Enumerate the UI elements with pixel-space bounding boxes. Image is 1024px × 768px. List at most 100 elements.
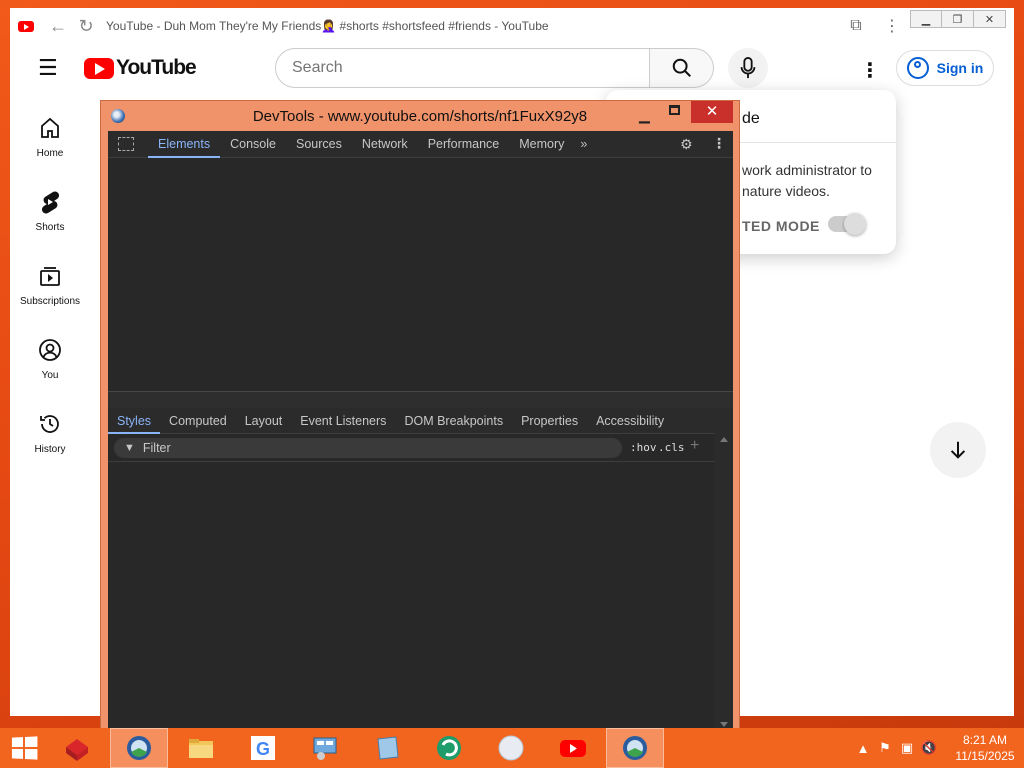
youtube-header: ☰ YouTube ⋮ Sign in (10, 44, 1014, 92)
hov-toggle-button[interactable]: :hov (630, 441, 657, 454)
search-box[interactable] (275, 48, 650, 88)
taskbar-app-browser-1[interactable] (110, 728, 168, 768)
tab-layout[interactable]: Layout (236, 408, 292, 434)
styles-filter-row: ▼ Filter :hov .cls + (108, 434, 733, 462)
arrow-down-icon (950, 441, 966, 459)
scroll-up-icon[interactable] (720, 437, 728, 442)
home-icon (41, 117, 59, 138)
tab-memory[interactable]: Memory (509, 131, 574, 158)
settings-more-icon[interactable]: ⋮ (860, 58, 880, 83)
styles-tab-bar: Styles Computed Layout Event Listeners D… (108, 408, 733, 434)
styles-panel[interactable] (108, 463, 715, 731)
taskbar-app-toolbox[interactable] (48, 728, 106, 768)
sidebar-item-shorts[interactable]: Shorts (10, 178, 90, 252)
globe-app-icon (127, 736, 151, 760)
titlebar-controls: ⧉ ⋮ ▁ ❐ ✕ (838, 8, 1014, 44)
styles-filter-input[interactable]: ▼ Filter (114, 438, 622, 458)
svg-text:G: G (256, 739, 270, 759)
taskbar-app-browser-2[interactable] (606, 728, 664, 768)
tab-title: YouTube - Duh Mom They're My Friends🤦‍♀️… (106, 19, 549, 33)
reload-icon[interactable]: ↻ (72, 16, 100, 37)
tab-properties[interactable]: Properties (512, 408, 587, 434)
green-circle-app-icon (437, 736, 461, 760)
filter-funnel-icon: ▼ (124, 442, 135, 454)
scroll-down-icon[interactable] (720, 722, 728, 727)
youtube-sidebar: Home Shorts Subscriptions You History (10, 104, 90, 474)
control-panel-icon (313, 737, 337, 760)
tab-styles[interactable]: Styles (108, 408, 161, 434)
extensions-puzzle-icon[interactable]: ⧉ (838, 17, 874, 35)
taskbar-app-green-app[interactable] (420, 728, 478, 768)
youtube-logo[interactable]: YouTube (84, 56, 197, 80)
browser-menu-icon[interactable]: ⋮ (874, 16, 910, 36)
taskbar-app-notepad[interactable] (358, 728, 416, 768)
popup-title: de (742, 110, 760, 127)
start-button[interactable] (0, 728, 48, 768)
browser-titlebar: ← ↻ YouTube - Duh Mom They're My Friends… (10, 8, 1014, 44)
back-arrow-icon[interactable]: ← (44, 16, 72, 37)
panel-splitter[interactable] (108, 391, 733, 408)
sidebar-item-label: Subscriptions (19, 296, 81, 307)
action-center-flag-icon[interactable]: ⚑ (874, 740, 896, 756)
devtools-menu-icon[interactable]: ⋮ (712, 135, 726, 152)
tab-dom-breakpoints[interactable]: DOM Breakpoints (395, 408, 512, 434)
elements-panel[interactable] (108, 158, 733, 391)
volume-muted-icon[interactable]: 🔇 (918, 740, 940, 756)
new-style-rule-icon[interactable]: + (690, 437, 699, 455)
tab-event-listeners[interactable]: Event Listeners (291, 408, 395, 434)
microphone-icon (740, 57, 756, 79)
restricted-mode-toggle[interactable] (828, 213, 866, 235)
window-restore-button[interactable]: ❐ (942, 10, 974, 28)
taskbar-app-file-explorer[interactable] (172, 728, 230, 768)
search-button[interactable] (650, 48, 714, 88)
subscriptions-icon (40, 267, 60, 286)
sidebar-item-history[interactable]: History (10, 400, 90, 474)
tab-elements[interactable]: Elements (148, 131, 221, 158)
next-video-button[interactable] (930, 422, 986, 478)
sign-in-button[interactable]: Sign in (896, 50, 994, 86)
taskbar-app-youtube[interactable] (544, 728, 602, 768)
show-hidden-icons-chevron-icon[interactable]: ▲ (852, 741, 874, 756)
styles-scrollbar[interactable] (715, 433, 733, 731)
devtools-close-button[interactable]: ✕ (691, 101, 733, 123)
voice-search-button[interactable] (728, 48, 768, 88)
sidebar-item-home[interactable]: Home (10, 104, 90, 178)
sidebar-item-subscriptions[interactable]: Subscriptions (10, 252, 90, 326)
hamburger-menu-icon[interactable]: ☰ (38, 55, 62, 81)
devtools-tab-bar: Elements Console Sources Network Perform… (108, 131, 733, 158)
tab-network[interactable]: Network (352, 131, 418, 158)
window-close-button[interactable]: ✕ (974, 10, 1006, 28)
cls-toggle-button[interactable]: .cls (658, 441, 685, 454)
search-input[interactable] (292, 59, 649, 77)
taskbar-clock[interactable]: 8:21 AM 11/15/2025 (946, 732, 1024, 764)
gear-icon[interactable]: ⚙ (680, 136, 693, 153)
more-tabs-chevron-icon[interactable]: » (574, 137, 593, 151)
taskbar-app-chrome[interactable]: G (234, 728, 292, 768)
tab-accessibility[interactable]: Accessibility (587, 408, 673, 434)
tab-sources[interactable]: Sources (286, 131, 352, 158)
tab-performance[interactable]: Performance (418, 131, 510, 158)
windows-logo-icon (11, 736, 38, 760)
devtools-content: Elements Console Sources Network Perform… (108, 131, 733, 731)
sidebar-item-label: Home (36, 148, 64, 159)
inspect-element-icon[interactable] (118, 137, 134, 151)
taskbar-app-control-panel[interactable] (296, 728, 354, 768)
youtube-icon (560, 740, 586, 757)
devtools-maximize-button[interactable] (669, 105, 680, 115)
taskbar: G ▲ ⚑ ▣ 🔇 8:21 AM 11/15/2025 (0, 728, 1024, 768)
white-orb-icon (498, 735, 524, 761)
you-icon (39, 339, 61, 361)
account-circle-icon (906, 57, 929, 79)
sidebar-item-you[interactable]: You (10, 326, 90, 400)
taskbar-app-white-orb[interactable] (482, 728, 540, 768)
system-tray: ▲ ⚑ ▣ 🔇 8:21 AM 11/15/2025 (852, 728, 1024, 768)
devtools-minimize-button[interactable]: ▁ (639, 107, 650, 124)
tab-computed[interactable]: Computed (160, 408, 236, 434)
window-minimize-button[interactable]: ▁ (910, 10, 942, 28)
devtools-titlebar[interactable]: DevTools - www.youtube.com/shorts/nf1Fux… (101, 101, 739, 131)
toolbox-icon (66, 739, 88, 761)
network-icon[interactable]: ▣ (896, 740, 918, 756)
google-g-icon: G (251, 736, 275, 760)
popup-message: work administrator to nature videos. (742, 162, 872, 199)
tab-console[interactable]: Console (220, 131, 286, 158)
